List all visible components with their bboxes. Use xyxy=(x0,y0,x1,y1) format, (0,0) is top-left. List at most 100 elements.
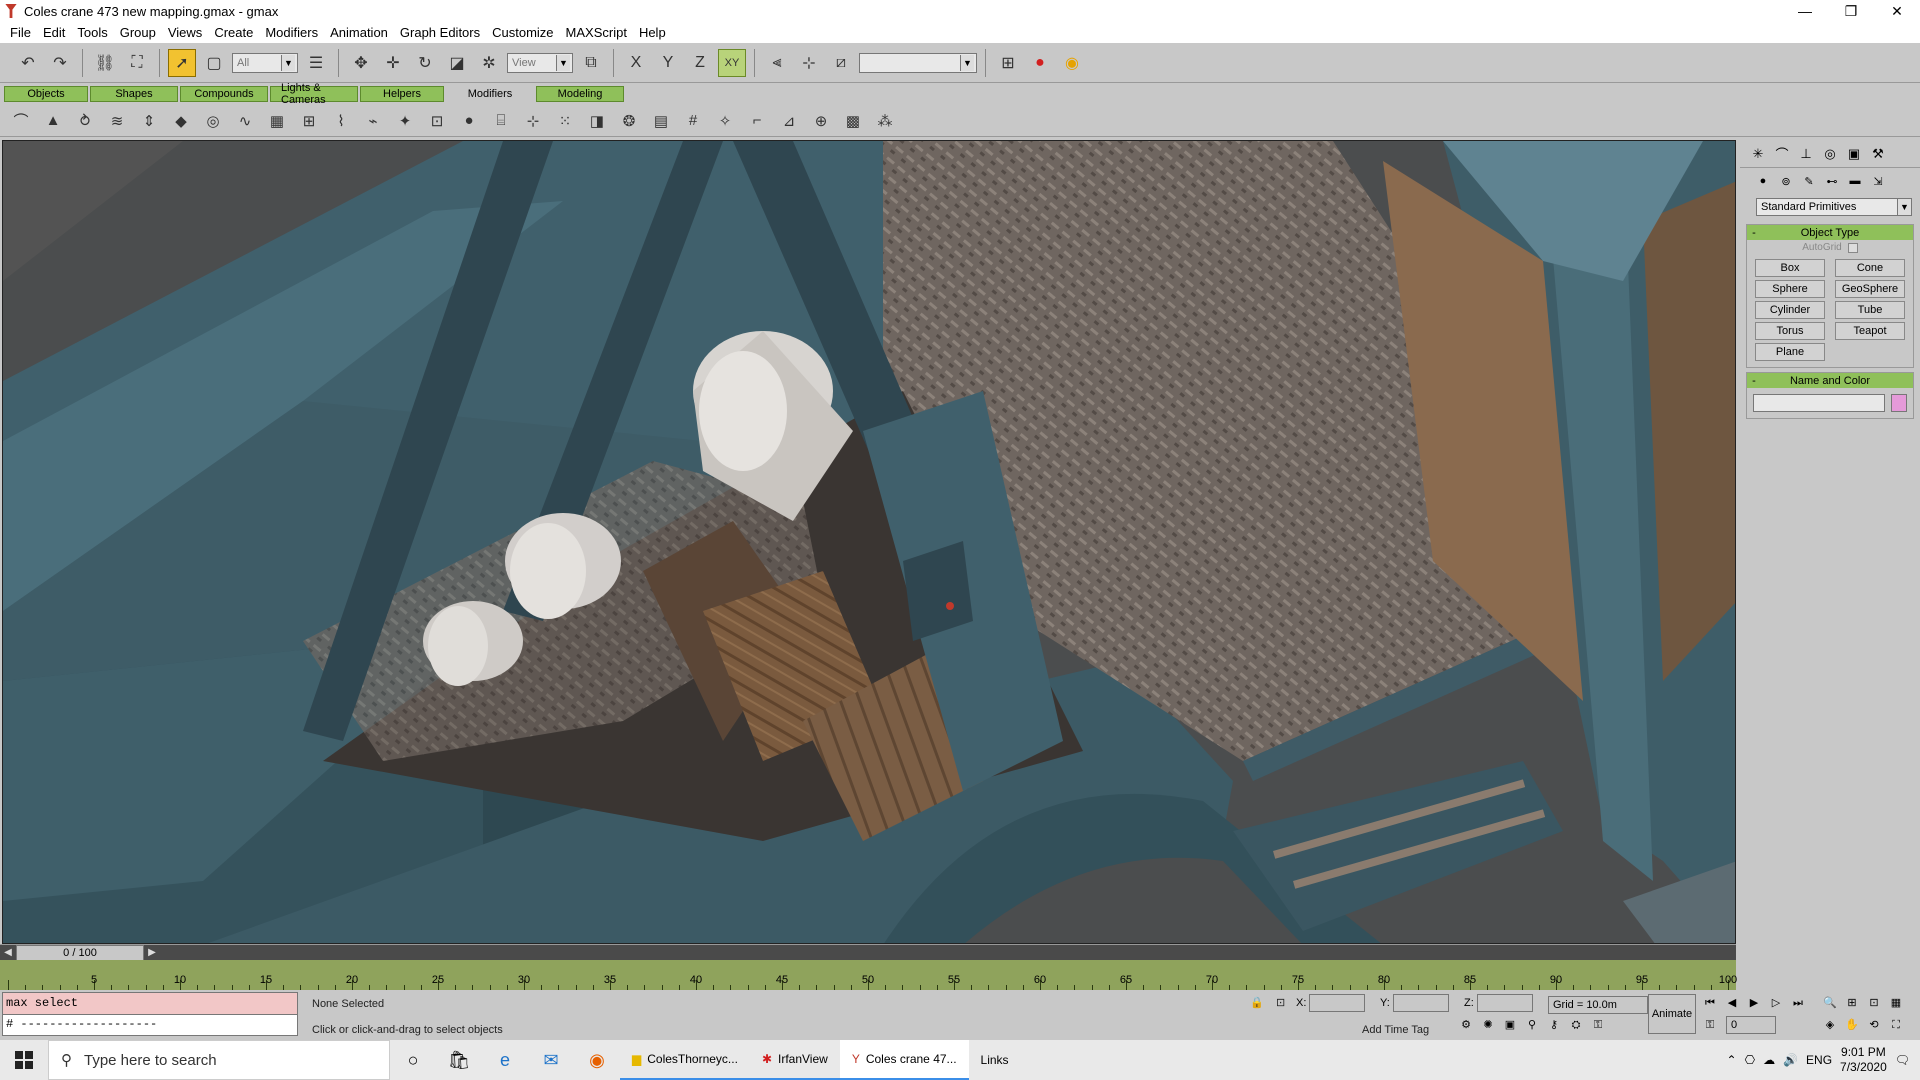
shade-selected-icon[interactable]: ▣ xyxy=(1500,1016,1520,1034)
track-bar[interactable]: 5 10 15 20 25 30 35 40 45 50 55 60 65 70 75 80 85 90 95 100 xyxy=(0,960,1737,990)
wave-modifier-icon[interactable]: ∿ xyxy=(232,108,258,134)
taskbar-app-irfanview[interactable]: ✱ IrfanView xyxy=(749,1040,840,1080)
spherify-modifier-icon[interactable]: ● xyxy=(456,108,482,134)
rectangular-selection-icon[interactable]: ▢ xyxy=(200,49,228,77)
schematic-view-icon[interactable]: ⊞ xyxy=(994,49,1022,77)
absolute-mode-icon[interactable]: ⊡ xyxy=(1276,996,1285,1009)
menu-modifiers[interactable]: Modifiers xyxy=(259,25,324,40)
plane-button[interactable]: Plane xyxy=(1755,343,1825,361)
tab-modeling[interactable]: Modeling xyxy=(536,86,624,102)
select-and-move-alt-icon[interactable]: ✛ xyxy=(379,49,407,77)
utilities-panel-icon[interactable]: ⚒ xyxy=(1868,144,1888,164)
stretch-modifier-icon[interactable]: ⇕ xyxy=(136,108,162,134)
lock-selection-icon[interactable]: 🔒 xyxy=(1250,996,1264,1009)
minimize-button[interactable]: — xyxy=(1782,0,1828,22)
optimize-modifier-icon[interactable]: ⁙ xyxy=(552,108,578,134)
taskbar-search[interactable]: ⚲ Type here to search xyxy=(48,1040,390,1080)
tessellate-modifier-icon[interactable]: # xyxy=(680,108,706,134)
tab-lights-cameras[interactable]: Lights & Cameras xyxy=(270,82,358,106)
noise-modifier-icon[interactable]: ≋ xyxy=(104,108,130,134)
key-mode-icon[interactable]: ⚲ xyxy=(1522,1016,1542,1034)
restrict-y-icon[interactable]: Y xyxy=(654,49,682,77)
name-and-color-header[interactable]: - Name and Color xyxy=(1747,373,1913,388)
maxscript-input-line[interactable]: # ------------------- xyxy=(3,1015,297,1035)
restrict-z-icon[interactable]: Z xyxy=(686,49,714,77)
clock[interactable]: 9:01 PM 7/3/2020 xyxy=(1840,1045,1887,1075)
selection-lock-icon[interactable]: ⚙ xyxy=(1456,1016,1476,1034)
hierarchy-panel-icon[interactable]: ⊥ xyxy=(1796,144,1816,164)
windows-start-icon[interactable] xyxy=(0,1040,48,1080)
menu-maxscript[interactable]: MAXScript xyxy=(560,25,633,40)
helpers-icon[interactable]: ▬ xyxy=(1846,172,1864,190)
extrude-modifier-icon[interactable]: ⌇ xyxy=(328,108,354,134)
select-by-name-icon[interactable]: ☰ xyxy=(302,49,330,77)
autogrid-checkbox[interactable] xyxy=(1847,242,1858,253)
ripple-modifier-icon[interactable]: ◎ xyxy=(200,108,226,134)
add-time-tag-button[interactable]: Add Time Tag xyxy=(1362,1024,1429,1036)
render-icon[interactable]: ◉ xyxy=(1058,49,1086,77)
animate-button[interactable]: Animate xyxy=(1648,994,1696,1034)
menu-create[interactable]: Create xyxy=(208,25,259,40)
select-and-link-icon[interactable]: ⛓ xyxy=(91,49,119,77)
filters-icon[interactable]: ⛭ xyxy=(1566,1016,1586,1034)
menu-group[interactable]: Group xyxy=(114,25,162,40)
perspective-viewport[interactable] xyxy=(2,140,1736,944)
modify-panel-icon[interactable]: ⌒ xyxy=(1772,144,1792,164)
cone-button[interactable]: Cone xyxy=(1835,259,1905,277)
taskbar-app-explorer[interactable]: ▆ ColesThorneyc... xyxy=(620,1040,750,1080)
restrict-xy-icon[interactable]: XY xyxy=(718,48,746,77)
show-hidden-icons-icon[interactable]: ⌃ xyxy=(1727,1053,1737,1067)
geometry-icon[interactable]: ● xyxy=(1754,172,1772,190)
menu-views[interactable]: Views xyxy=(162,25,208,40)
named-selection-sets-dropdown[interactable]: ▼ xyxy=(859,52,977,73)
torus-button[interactable]: Torus xyxy=(1755,322,1825,340)
teapot-button[interactable]: Teapot xyxy=(1835,322,1905,340)
mail-icon[interactable]: ✉ xyxy=(528,1040,574,1080)
twist-modifier-icon[interactable]: ⥁ xyxy=(72,108,98,134)
shapes-icon[interactable]: ⊚ xyxy=(1777,172,1795,190)
key-icon[interactable]: ⚿ xyxy=(1700,1016,1720,1034)
zoom-extents-all-icon[interactable]: ▦ xyxy=(1886,994,1906,1012)
tab-objects[interactable]: Objects xyxy=(4,86,88,102)
degradation-override-icon[interactable]: ✺ xyxy=(1478,1016,1498,1034)
relax-modifier-icon[interactable]: ❂ xyxy=(616,108,642,134)
unlink-selection-icon[interactable]: ⛶ xyxy=(123,49,151,77)
go-to-start-icon[interactable]: ⏮ xyxy=(1700,994,1720,1012)
bevel-modifier-icon[interactable]: ⌐ xyxy=(744,108,770,134)
set-key-icon[interactable]: ⚷ xyxy=(1544,1016,1564,1034)
time-slider[interactable]: ◀ 0 / 100 ▶ xyxy=(0,944,1736,961)
mesh-smooth-icon[interactable]: ✦ xyxy=(392,108,418,134)
selection-filter-dropdown[interactable]: All ▼ xyxy=(232,52,298,73)
time-slider-right-arrow[interactable]: ▶ xyxy=(144,945,160,961)
uvw-map-icon[interactable]: ⊡ xyxy=(424,108,450,134)
next-frame-icon[interactable]: ▷ xyxy=(1766,994,1786,1012)
primitive-type-dropdown[interactable]: Standard Primitives ▼ xyxy=(1756,198,1912,216)
arc-rotate-icon[interactable]: ⟲ xyxy=(1864,1016,1884,1034)
previous-frame-icon[interactable]: ◀ xyxy=(1722,994,1742,1012)
volume-icon[interactable]: 🔊 xyxy=(1783,1053,1798,1067)
menu-animation[interactable]: Animation xyxy=(324,25,394,40)
maxscript-macro-line[interactable]: max select xyxy=(3,993,297,1015)
mirror-icon[interactable]: ⫷ xyxy=(763,49,791,77)
cortana-icon[interactable]: ○ xyxy=(390,1040,436,1080)
network-icon[interactable]: ⎔ xyxy=(1745,1053,1755,1067)
zoom-extents-icon[interactable]: ⊡ xyxy=(1864,994,1884,1012)
go-to-end-icon[interactable]: ⏭ xyxy=(1788,994,1808,1012)
restrict-x-icon[interactable]: X xyxy=(622,49,650,77)
space-warps-icon[interactable]: ⇲ xyxy=(1869,172,1887,190)
menu-help[interactable]: Help xyxy=(633,25,672,40)
create-panel-icon[interactable]: ✳ xyxy=(1748,144,1768,164)
time-slider-thumb[interactable]: 0 / 100 xyxy=(16,945,144,961)
smooth-modifier-icon[interactable]: ⁂ xyxy=(872,108,898,134)
tab-compounds[interactable]: Compounds xyxy=(180,86,268,102)
menu-edit[interactable]: Edit xyxy=(37,25,71,40)
cloud-icon[interactable]: ☁ xyxy=(1763,1053,1775,1067)
select-and-move-icon[interactable]: ✥ xyxy=(347,49,375,77)
store-icon[interactable]: 🛍 xyxy=(436,1040,482,1080)
redo-icon[interactable]: ↷ xyxy=(46,49,74,77)
slice-modifier-icon[interactable]: ◨ xyxy=(584,108,610,134)
edge-icon[interactable]: e xyxy=(482,1040,528,1080)
edit-mesh-icon[interactable]: ▤ xyxy=(648,108,674,134)
cylindrical-map-icon[interactable]: ⌸ xyxy=(488,108,514,134)
taper-modifier-icon[interactable]: ▲ xyxy=(40,108,66,134)
